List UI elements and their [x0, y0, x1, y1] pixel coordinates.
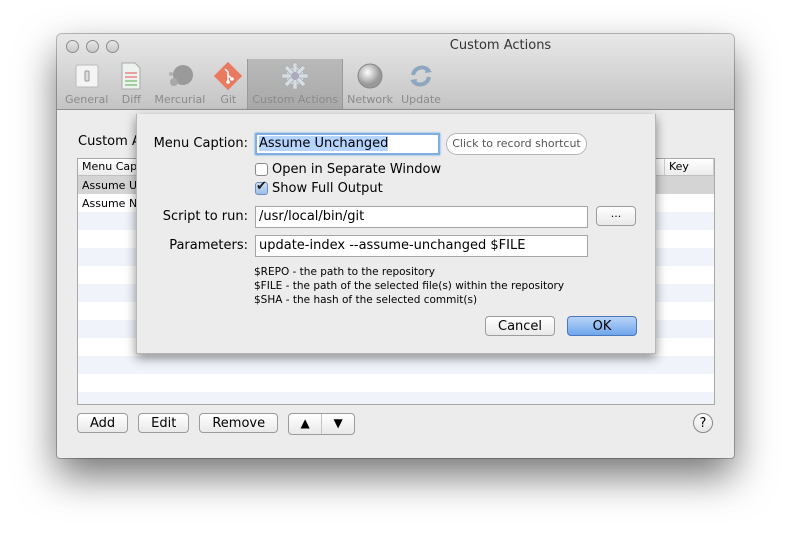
edit-button[interactable]: Edit: [138, 413, 190, 433]
record-shortcut-field[interactable]: Click to record shortcut: [446, 133, 587, 155]
parameters-label: Parameters:: [169, 238, 248, 253]
toolbar-label: Update: [401, 93, 441, 106]
empty-row: [78, 374, 714, 392]
parameters-field[interactable]: update-index --assume-unchanged $FILE: [255, 235, 588, 257]
reorder-control: ▲ ▼: [288, 413, 356, 435]
open-separate-window-checkbox[interactable]: Open in Separate Window: [255, 162, 441, 177]
checkbox-label: Open in Separate Window: [272, 162, 442, 177]
toolbar-network[interactable]: Network: [343, 59, 397, 109]
toolbar-label: General: [65, 93, 109, 106]
checkbox-unchecked: [255, 163, 268, 176]
empty-row: [78, 392, 714, 404]
ok-button[interactable]: OK: [567, 316, 637, 336]
document-icon: [116, 61, 146, 91]
toolbar-label: Network: [347, 93, 394, 106]
script-label: Script to run:: [162, 209, 248, 224]
help-button[interactable]: ?: [693, 413, 713, 433]
toolbar-mercurial[interactable]: Mercurial: [150, 59, 209, 109]
edit-action-sheet: Menu Caption: Assume Unchanged Click to …: [136, 114, 656, 354]
mercurial-icon: [165, 61, 195, 91]
git-icon: [213, 61, 243, 91]
hint-repo: $REPO - the path to the repository: [254, 266, 435, 278]
script-field[interactable]: /usr/local/bin/git: [255, 206, 588, 228]
menu-caption-field[interactable]: Assume Unchanged: [255, 133, 440, 155]
add-button[interactable]: Add: [77, 413, 129, 433]
switch-icon: [72, 61, 102, 91]
globe-icon: [355, 61, 385, 91]
remove-button[interactable]: Remove: [199, 413, 279, 433]
refresh-icon: [406, 61, 436, 91]
toolbar-git[interactable]: Git: [209, 59, 247, 109]
hint-sha: $SHA - the hash of the selected commit(s…: [254, 294, 478, 306]
move-up-button[interactable]: ▲: [289, 414, 323, 434]
title-bar: Custom Actions General Diff Mercurial Gi…: [57, 34, 734, 110]
toolbar-label: Mercurial: [154, 93, 206, 106]
show-full-output-checkbox[interactable]: Show Full Output: [255, 179, 383, 196]
checkmark-icon: [255, 179, 268, 195]
toolbar-general[interactable]: General: [61, 59, 112, 109]
table-actions: Add Edit Remove ▲ ▼: [77, 413, 356, 435]
preferences-toolbar: General Diff Mercurial Git Custom Action…: [61, 59, 445, 109]
menu-caption-label: Menu Caption:: [153, 136, 248, 151]
move-down-button[interactable]: ▼: [322, 414, 354, 434]
column-header-key[interactable]: Key: [665, 159, 714, 175]
variable-hints: $REPO - the path to the repository $FILE…: [254, 265, 564, 307]
gear-icon: [280, 61, 310, 91]
empty-row: [78, 356, 714, 374]
hint-file: $FILE - the path of the selected file(s)…: [254, 280, 565, 292]
toolbar-label: Custom Actions: [252, 93, 339, 106]
menu-caption-value: Assume Unchanged: [259, 136, 389, 151]
toolbar-label: Diff: [121, 93, 141, 106]
toolbar-label: Git: [220, 93, 237, 106]
browse-button[interactable]: ...: [596, 206, 636, 226]
window-title: Custom Actions: [449, 38, 552, 53]
toolbar-update[interactable]: Update: [397, 59, 445, 109]
cancel-button[interactable]: Cancel: [485, 316, 555, 336]
checkbox-label: Show Full Output: [272, 181, 383, 196]
toolbar-diff[interactable]: Diff: [112, 59, 150, 109]
toolbar-custom-actions[interactable]: Custom Actions: [247, 59, 344, 109]
